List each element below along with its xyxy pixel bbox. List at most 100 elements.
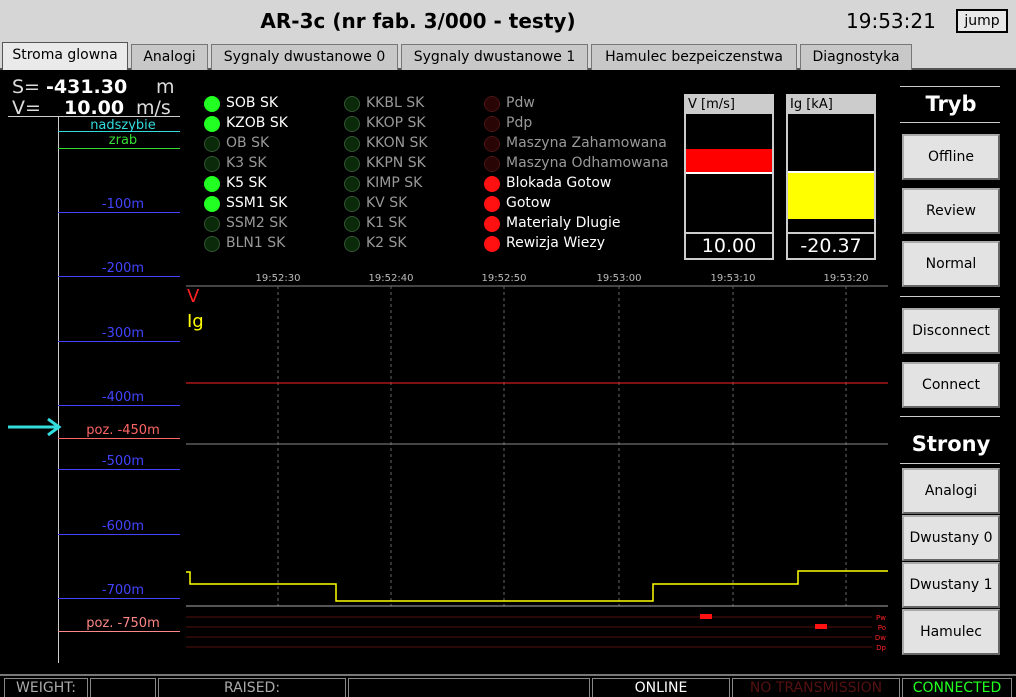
- time-tick-label: 19:52:50: [482, 273, 527, 284]
- ruler-marker-line: [58, 276, 180, 277]
- clock: 19:53:21: [846, 9, 936, 33]
- ruler-marker-line: [58, 148, 180, 149]
- led-indicator-icon: [344, 176, 360, 192]
- current-meter-marker: [788, 171, 874, 173]
- digital-track-label: Dp: [876, 644, 886, 652]
- connection-status: CONNECTED: [902, 678, 1012, 697]
- signal-label: BLN1 SK: [226, 235, 286, 251]
- led-indicator-icon: [204, 116, 220, 132]
- ruler-marker-line: [58, 405, 180, 406]
- page-dwustany-1-button[interactable]: Dwustany 1: [902, 562, 1000, 608]
- led-indicator-icon: [204, 136, 220, 152]
- cage-position-arrow-icon: [8, 418, 62, 436]
- signal-label: K2 SK: [366, 235, 407, 251]
- online-status: ONLINE: [592, 678, 730, 697]
- current-meter-label: Ig [kA]: [788, 96, 874, 114]
- current-meter: Ig [kA] -20.37: [786, 94, 876, 260]
- series-label-ig: Ig: [187, 311, 204, 332]
- position-prefix: S=: [12, 76, 40, 98]
- current-meter-bar: [788, 173, 874, 219]
- signal-label: KKON SK: [366, 135, 428, 151]
- speed-meter-value: 10.00: [686, 232, 772, 258]
- tab-stroma-glowna[interactable]: Stroma glowna: [2, 42, 128, 71]
- ruler-marker-line: [58, 341, 180, 342]
- led-indicator-icon: [484, 136, 500, 152]
- jump-button[interactable]: jump: [956, 9, 1008, 33]
- ruler-marker-line: [58, 438, 180, 439]
- mode-title: Tryb: [925, 92, 977, 116]
- signal-label: Blokada Gotow: [506, 175, 612, 191]
- time-tick-label: 19:53:10: [711, 273, 756, 284]
- page-hamulec-button[interactable]: Hamulec: [902, 609, 1000, 655]
- signal-label: SSM2 SK: [226, 215, 288, 231]
- page-analogi-button[interactable]: Analogi: [902, 468, 1000, 514]
- ruler-marker-label: zrab: [108, 133, 138, 148]
- led-indicator-icon: [484, 216, 500, 232]
- led-indicator-icon: [204, 196, 220, 212]
- signal-label: Materialy Dlugie: [506, 215, 621, 231]
- signal-label: KKOP SK: [366, 115, 426, 131]
- panel-divider: [900, 86, 1000, 87]
- ruler-marker-label: nadszybie: [90, 118, 156, 133]
- connect-button[interactable]: Connect: [902, 362, 1000, 408]
- disconnect-button[interactable]: Disconnect: [902, 308, 1000, 354]
- time-tick-label: 19:53:00: [597, 273, 642, 284]
- speed-meter-marker: [686, 172, 772, 174]
- tab-sygnaly-dwustanowe-1[interactable]: Sygnaly dwustanowe 1: [401, 44, 588, 70]
- speed-meter-area: [686, 114, 772, 232]
- ruler-marker-label: -300m: [101, 326, 145, 341]
- digital-track-label: Pw: [876, 614, 886, 622]
- signal-label: K3 SK: [226, 155, 267, 171]
- ruler-marker-label: -700m: [101, 583, 145, 598]
- panel-divider: [900, 416, 1000, 417]
- normal-button[interactable]: Normal: [902, 241, 1000, 287]
- ruler-marker-line: [58, 534, 180, 535]
- signal-label: OB SK: [226, 135, 270, 151]
- led-indicator-icon: [204, 236, 220, 252]
- current-trace: [186, 570, 888, 602]
- digital-track-label: Po: [878, 624, 886, 632]
- ruler-axis: [58, 117, 59, 663]
- tab-hamulec-bezpieczenstwa[interactable]: Hamulec bezpeiczenstwa: [591, 44, 797, 70]
- ruler-marker-line: [58, 631, 180, 632]
- page-dwustany-0-button[interactable]: Dwustany 0: [902, 515, 1000, 561]
- offline-button[interactable]: Offline: [902, 134, 1000, 180]
- ruler-marker-label: -100m: [101, 197, 145, 212]
- review-button[interactable]: Review: [902, 188, 1000, 234]
- time-tick-label: 19:52:30: [256, 273, 301, 284]
- signal-label: KKPN SK: [366, 155, 426, 171]
- tab-bar: Stroma glowna Analogi Sygnaly dwustanowe…: [0, 42, 1016, 71]
- digital-track-label: Dw: [875, 634, 886, 642]
- trend-chart: 19:52:30 19:52:40 19:52:50 19:53:00 19:53:10…: [186, 273, 888, 652]
- led-indicator-icon: [484, 116, 500, 132]
- series-label-v: V: [187, 286, 200, 307]
- weight-value: [90, 678, 156, 697]
- signal-label: Gotow: [506, 195, 551, 211]
- panel-divider: [900, 296, 1000, 297]
- ruler-marker-line: [58, 598, 180, 599]
- speed-meter: V [m/s] 10.00: [684, 94, 774, 260]
- signal-label: Rewizja Wiezy: [506, 235, 605, 251]
- raised-label: RAISED:: [158, 678, 346, 697]
- led-indicator-icon: [204, 216, 220, 232]
- app-window: AR-3c (nr fab. 3/000 - testy) 19:53:21 j…: [0, 0, 1016, 697]
- signal-label: KZOB SK: [226, 115, 288, 131]
- led-indicator-icon: [344, 236, 360, 252]
- led-indicator-icon: [484, 96, 500, 112]
- signal-label: K1 SK: [366, 215, 407, 231]
- tab-diagnostyka[interactable]: Diagnostyka: [800, 44, 912, 70]
- panel-divider: [900, 122, 1000, 123]
- signal-label: KIMP SK: [366, 175, 423, 191]
- signal-label: KV SK: [366, 195, 408, 211]
- time-tick-label: 19:53:20: [824, 273, 869, 284]
- signal-label: Maszyna Odhamowana: [506, 155, 669, 171]
- speed-meter-label: V [m/s]: [686, 96, 772, 114]
- tab-analogi[interactable]: Analogi: [131, 44, 208, 70]
- speed-meter-bar: [686, 149, 772, 172]
- transmission-status: NO TRANSMISSION: [732, 678, 900, 697]
- raised-value: [348, 678, 590, 697]
- led-indicator-icon: [484, 236, 500, 252]
- tab-sygnaly-dwustanowe-0[interactable]: Sygnaly dwustanowe 0: [211, 44, 398, 70]
- signal-label: K5 SK: [226, 175, 267, 191]
- po-event: [815, 624, 827, 629]
